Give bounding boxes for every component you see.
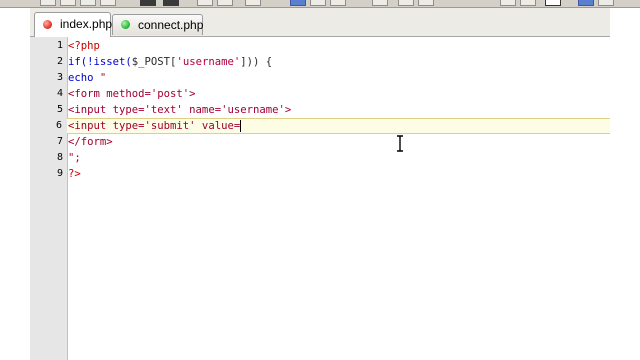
line-number: 7 [56, 136, 63, 147]
tab-connect-php[interactable]: connect.php [112, 14, 203, 35]
code-token: if(!isset( [68, 56, 132, 68]
code-token: </form> [68, 136, 113, 148]
tab-bar: index.php connect.php [30, 8, 610, 37]
line-number: 1 [56, 40, 63, 51]
code-line[interactable]: 6 <input type='submit' value= [56, 118, 610, 134]
line-number: 8 [56, 152, 63, 163]
toolbar-button[interactable] [80, 0, 96, 6]
code-area[interactable]: 1 <?php 2 if(!isset($_POST['username'])) { 3… [56, 38, 610, 360]
text-caret [240, 120, 242, 132]
toolbar-button[interactable] [245, 0, 261, 6]
code-token: $_POST[ [131, 56, 177, 68]
toolbar-button[interactable] [140, 0, 156, 6]
php-file-icon [121, 20, 130, 29]
line-number: 4 [56, 88, 63, 99]
toolbar-button[interactable] [40, 0, 56, 6]
code-token: 'username' [176, 56, 241, 68]
text-cursor-icon [397, 135, 403, 152]
toolbar-button[interactable] [418, 0, 434, 6]
code-token: <form method='post'> [68, 88, 196, 100]
line-number: 3 [56, 72, 63, 83]
toolbar-button[interactable] [598, 0, 614, 6]
code-token: " [99, 72, 107, 84]
right-panel [610, 8, 640, 360]
tab-index-php[interactable]: index.php [34, 12, 113, 37]
code-token: echo [68, 72, 100, 84]
code-line[interactable]: 9 ?> [57, 166, 610, 182]
php-file-icon [43, 20, 52, 29]
code-token: <input type='text' name='username'> [68, 104, 292, 116]
code-token: "; [68, 152, 81, 164]
toolbar-button[interactable] [163, 0, 179, 6]
line-number: 2 [56, 56, 63, 67]
code-line[interactable]: 1 <?php [57, 38, 610, 54]
tab-label: connect.php [138, 18, 204, 32]
toolbar-button[interactable] [290, 0, 306, 6]
code-line[interactable]: 5 <input type='text' name='username'> [57, 102, 610, 118]
code-line[interactable]: 2 if(!isset($_POST['username'])) { [57, 54, 610, 70]
code-token: ])) { [240, 56, 273, 68]
tab-label: index.php [60, 17, 113, 31]
code-line[interactable]: 4 <form method='post'> [57, 86, 610, 102]
toolbar-button-selected[interactable] [545, 0, 561, 6]
code-line[interactable]: 8 "; [57, 150, 610, 166]
toolbar-button[interactable] [100, 0, 116, 6]
toolbar-button[interactable] [310, 0, 326, 6]
toolbar-button[interactable] [330, 0, 346, 6]
toolbar-button[interactable] [60, 0, 76, 6]
toolbar-button[interactable] [217, 0, 233, 6]
toolbar-button[interactable] [500, 0, 516, 6]
toolbar-button[interactable] [578, 0, 594, 6]
code-token: <?php [68, 40, 100, 52]
code-line[interactable]: 7 </form> [57, 134, 610, 150]
code-token: ?> [68, 168, 81, 180]
line-number: 9 [56, 168, 63, 179]
line-number: 5 [56, 104, 63, 115]
code-editor[interactable]: 1 <?php 2 if(!isset($_POST['username'])) { 3… [30, 37, 610, 360]
left-panel [0, 8, 30, 360]
code-token: <input type='submit' value= [68, 120, 241, 132]
code-line[interactable]: 3 echo " [57, 70, 610, 86]
toolbar-button[interactable] [398, 0, 414, 6]
line-number: 6 [55, 120, 62, 131]
toolbar-button[interactable] [197, 0, 213, 6]
toolbar-button[interactable] [520, 0, 536, 6]
toolbar-button[interactable] [372, 0, 388, 6]
toolbar [0, 0, 640, 8]
